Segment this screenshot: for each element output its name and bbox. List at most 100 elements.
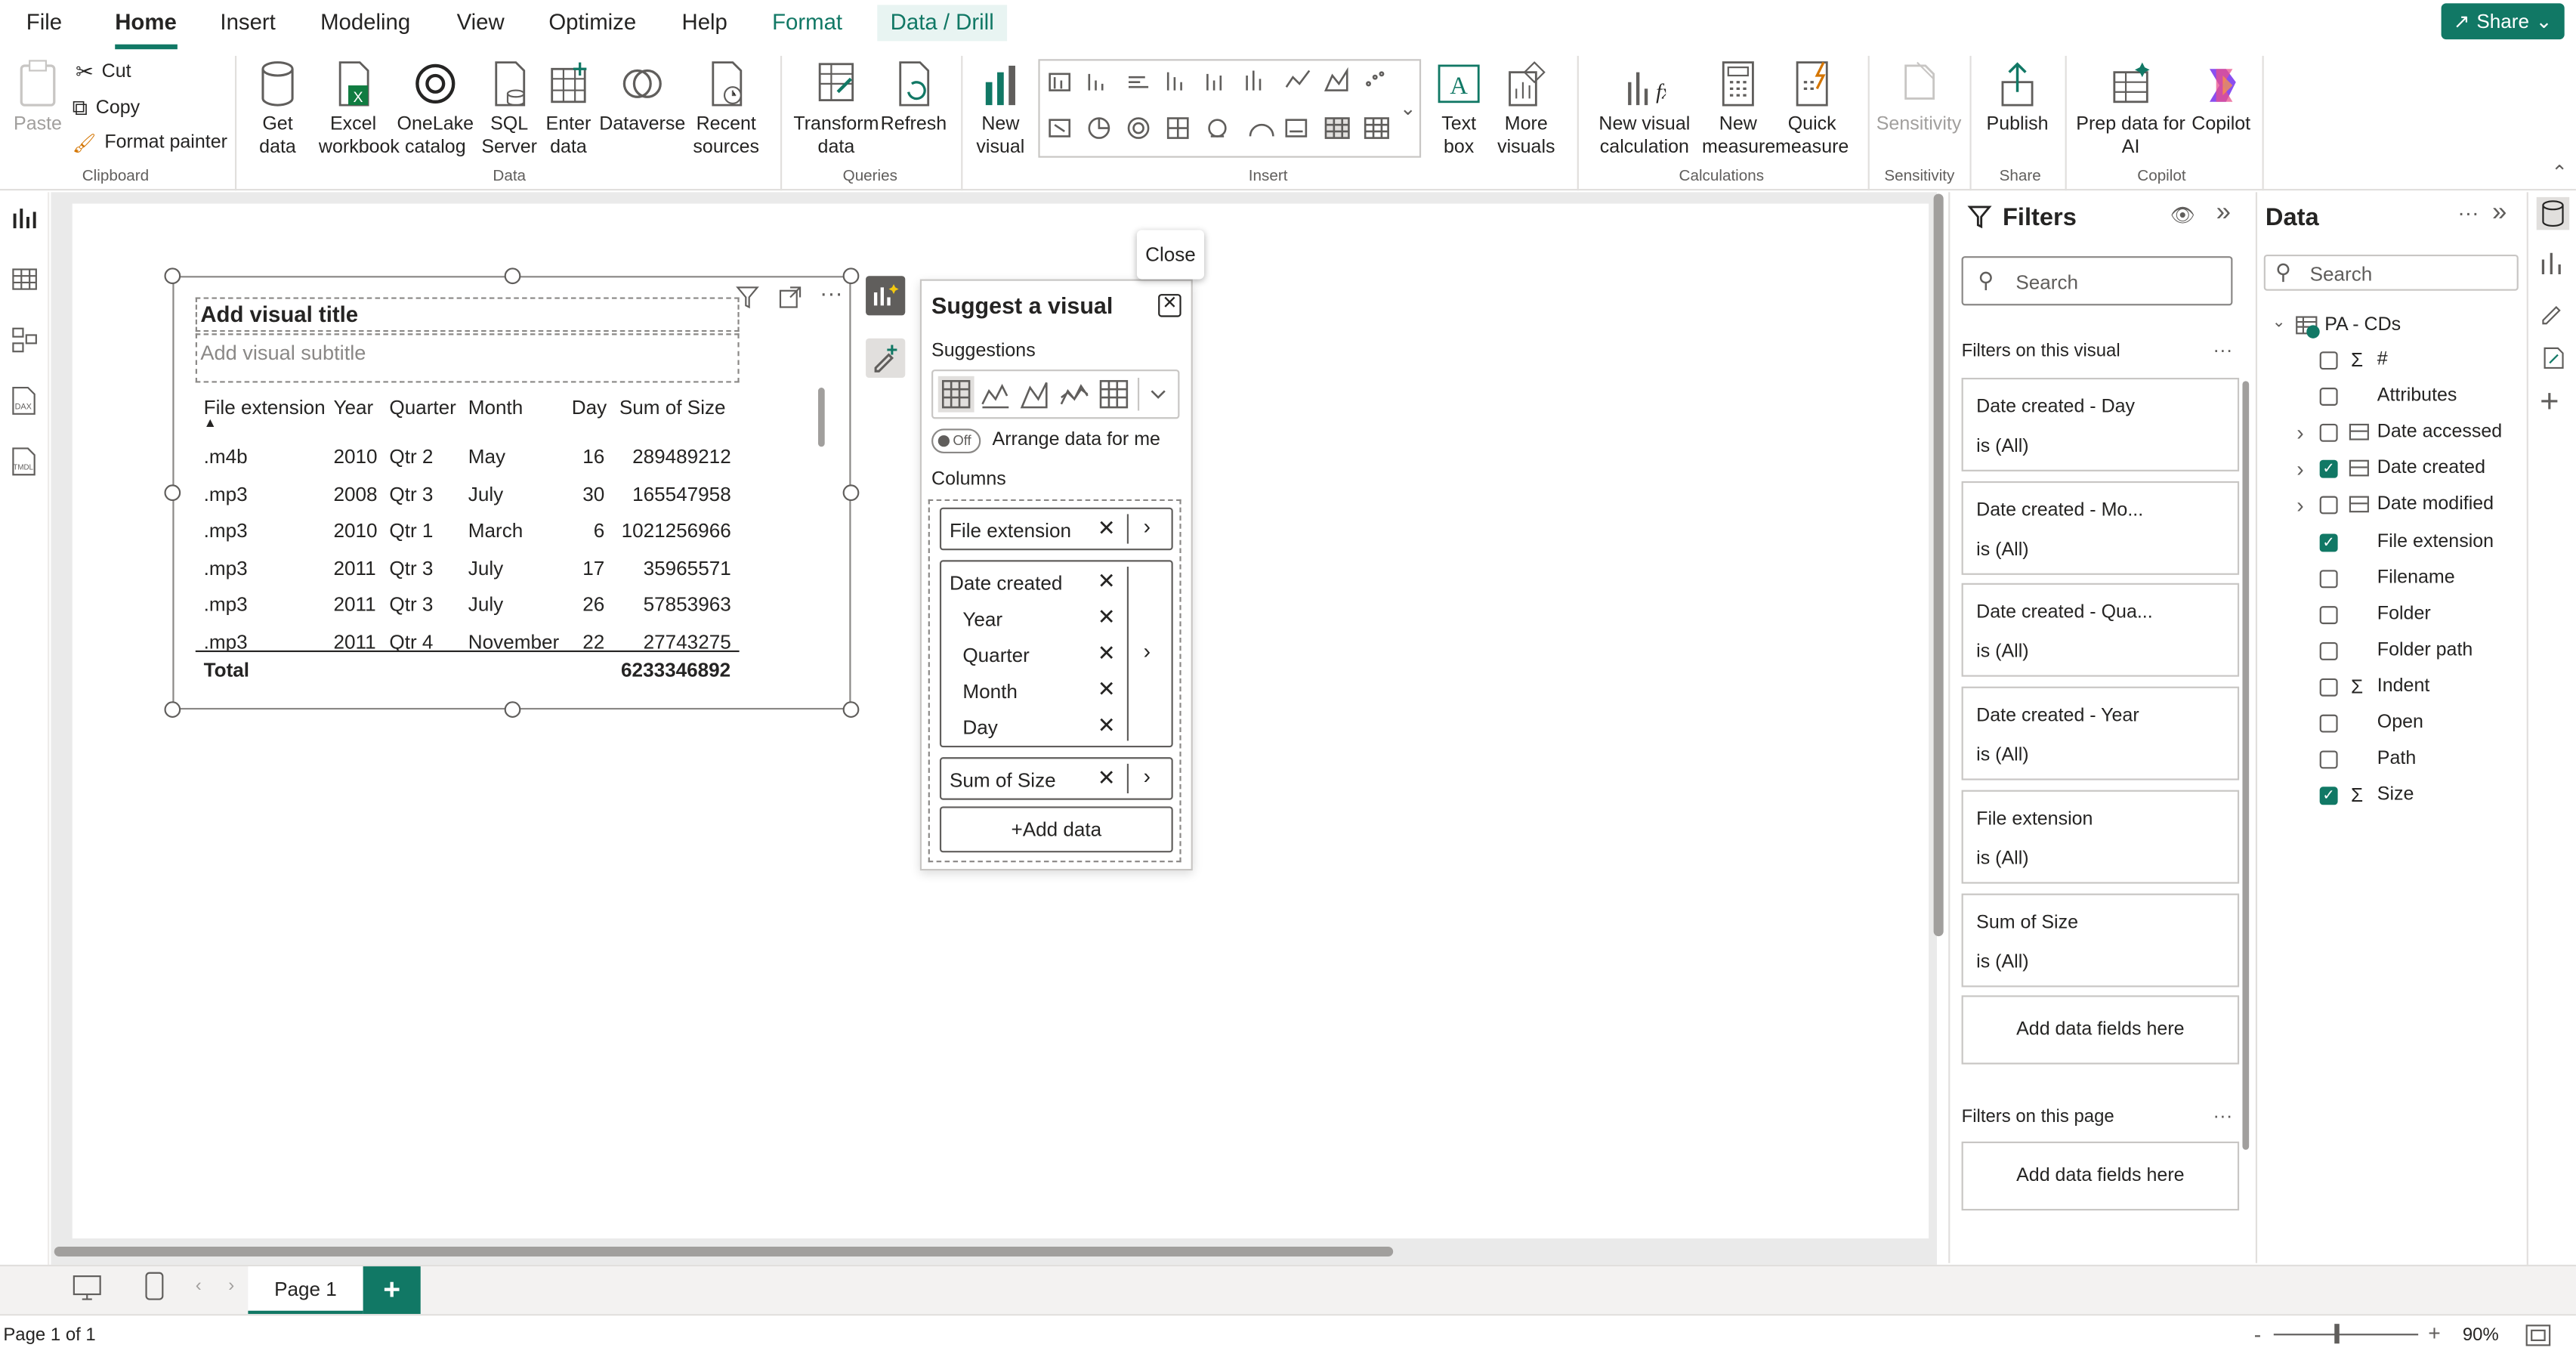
suggested-visual-icons[interactable] bbox=[933, 371, 1179, 417]
arrange-data-toggle[interactable]: Off bbox=[931, 428, 981, 453]
recent-sources-button[interactable]: Recent sources bbox=[687, 59, 765, 159]
checkbox-checked[interactable]: ✓ bbox=[2319, 787, 2338, 805]
copy-button[interactable]: ⧉ Copy bbox=[73, 95, 141, 122]
remove-icon[interactable]: ✕ bbox=[1098, 604, 1116, 631]
field-chip-sum-of-size[interactable]: Sum of Size ✕ › bbox=[939, 757, 1173, 800]
quick-measure-button[interactable]: Quick measure bbox=[1774, 59, 1850, 159]
zoom-in-button[interactable]: + bbox=[2428, 1321, 2441, 1346]
copilot-pane-icon[interactable] bbox=[2538, 343, 2568, 372]
sensitivity-button[interactable]: Sensitivity bbox=[1873, 59, 1965, 136]
add-data-button[interactable]: +Add data bbox=[939, 806, 1173, 853]
prep-data-for-ai-button[interactable]: Prep data for AI bbox=[2073, 59, 2188, 159]
resize-handle[interactable] bbox=[842, 484, 860, 502]
chevron-right-icon[interactable]: › bbox=[1144, 639, 1151, 664]
filter-card[interactable]: Date created - Day is (All) bbox=[1961, 377, 2240, 471]
suggest-visual-toggle[interactable] bbox=[866, 276, 906, 316]
resize-handle[interactable] bbox=[504, 701, 521, 718]
field-name[interactable]: Date accessed bbox=[2377, 422, 2502, 442]
more-options-icon[interactable]: ··· bbox=[820, 280, 842, 306]
field-name[interactable]: Date modified bbox=[2377, 495, 2494, 515]
filters-scrollbar[interactable] bbox=[2242, 381, 2250, 1150]
zoom-out-button[interactable]: - bbox=[2254, 1322, 2261, 1347]
zoom-slider[interactable] bbox=[2273, 1334, 2419, 1336]
filters-search-input[interactable]: ⚲ Search bbox=[1961, 256, 2233, 306]
field-chip-date-created[interactable]: Date created ✕ Year ✕ Quarter ✕ Month ✕ … bbox=[939, 560, 1173, 748]
remove-icon[interactable]: ✕ bbox=[1098, 765, 1116, 792]
resize-handle[interactable] bbox=[842, 701, 860, 718]
resize-handle[interactable] bbox=[164, 484, 181, 502]
resize-handle[interactable] bbox=[164, 701, 181, 718]
column-header[interactable]: Sum of Size bbox=[619, 396, 726, 419]
collapse-data-icon[interactable]: » bbox=[2492, 199, 2507, 228]
filter-card[interactable]: Date created - Mo... is (All) bbox=[1961, 481, 2240, 575]
table-scrollbar[interactable] bbox=[818, 388, 825, 447]
visual-title-input[interactable]: Add visual title bbox=[195, 297, 740, 332]
horizontal-scrollbar[interactable] bbox=[54, 1246, 1394, 1257]
checkbox-checked[interactable]: ✓ bbox=[2319, 460, 2338, 479]
next-page-icon[interactable]: › bbox=[228, 1276, 234, 1296]
publish-button[interactable]: Publish bbox=[1981, 59, 2054, 136]
checkbox[interactable] bbox=[2319, 605, 2338, 624]
report-view-icon[interactable] bbox=[11, 206, 38, 232]
collapse-ribbon-icon[interactable]: ⌃ bbox=[2551, 161, 2568, 184]
enter-data-button[interactable]: Enter data bbox=[542, 59, 595, 159]
column-header[interactable]: Month bbox=[468, 396, 524, 419]
format-painter-button[interactable]: 🖌 Format painter bbox=[73, 131, 227, 154]
field-name[interactable]: Attributes bbox=[2377, 386, 2457, 406]
desktop-layout-icon[interactable] bbox=[73, 1275, 102, 1301]
field-name[interactable]: File extension bbox=[2377, 531, 2494, 551]
chevron-down-icon[interactable]: ⌄ bbox=[2272, 314, 2286, 332]
excel-workbook-button[interactable]: X Excel workbook bbox=[319, 59, 400, 159]
tab-help[interactable]: Help bbox=[682, 10, 727, 35]
cut-button[interactable]: ✂ Cut bbox=[76, 59, 131, 85]
format-visual-toggle[interactable] bbox=[866, 338, 906, 378]
chevron-right-icon[interactable]: › bbox=[1144, 514, 1151, 539]
checkbox[interactable] bbox=[2319, 641, 2338, 660]
checkbox[interactable] bbox=[2319, 388, 2338, 406]
text-box-button[interactable]: A Text box bbox=[1432, 59, 1485, 159]
vertical-scrollbar[interactable] bbox=[1933, 193, 1944, 937]
checkbox[interactable] bbox=[2319, 750, 2338, 769]
field-name[interactable]: Folder path bbox=[2377, 640, 2473, 660]
copilot-button[interactable]: Copilot bbox=[2185, 59, 2257, 136]
resize-handle[interactable] bbox=[504, 267, 521, 285]
sql-server-button[interactable]: SQL Server bbox=[481, 59, 537, 159]
page-tab-page-1[interactable]: Page 1 bbox=[248, 1266, 363, 1316]
checkbox[interactable] bbox=[2319, 569, 2338, 588]
field-name[interactable]: Indent bbox=[2377, 676, 2430, 696]
collapse-filters-icon[interactable]: » bbox=[2216, 199, 2231, 228]
new-measure-button[interactable]: New measure bbox=[1702, 59, 1775, 159]
more-options-icon[interactable]: ··· bbox=[2213, 1104, 2232, 1127]
checkbox[interactable] bbox=[2319, 496, 2338, 515]
tab-optimize[interactable]: Optimize bbox=[548, 10, 636, 35]
format-pane-icon[interactable] bbox=[2538, 295, 2568, 325]
checkbox-checked[interactable]: ✓ bbox=[2319, 533, 2338, 552]
new-visual-calculation-button[interactable]: fx New visual calculation bbox=[1587, 59, 1702, 159]
tab-format[interactable]: Format bbox=[772, 10, 842, 35]
eye-icon[interactable]: 👁 bbox=[2170, 204, 2195, 227]
column-header[interactable]: Day bbox=[572, 396, 607, 419]
share-button[interactable]: ↗ Share ⌄ bbox=[2441, 3, 2565, 40]
field-chip-file-extension[interactable]: File extension ✕ › bbox=[939, 507, 1173, 551]
remove-icon[interactable]: ✕ bbox=[1098, 677, 1116, 703]
add-data-fields-page[interactable]: Add data fields here bbox=[1961, 1141, 2240, 1211]
new-visual-button[interactable]: New visual bbox=[969, 59, 1032, 159]
tab-modeling[interactable]: Modeling bbox=[320, 10, 410, 35]
data-search-input[interactable]: ⚲ Search bbox=[2263, 254, 2519, 291]
field-name[interactable]: # bbox=[2377, 350, 2388, 369]
field-name[interactable]: Open bbox=[2377, 712, 2423, 732]
table-name[interactable]: PA - CDs bbox=[2324, 315, 2401, 335]
focus-mode-icon[interactable] bbox=[777, 284, 804, 311]
add-data-fields-visual[interactable]: Add data fields here bbox=[1961, 995, 2240, 1065]
tab-view[interactable]: View bbox=[457, 10, 505, 35]
tab-home[interactable]: Home bbox=[115, 10, 177, 50]
filter-card[interactable]: Sum of Size is (All) bbox=[1961, 892, 2240, 987]
expand-chevron-icon[interactable]: › bbox=[2296, 421, 2303, 446]
resize-handle[interactable] bbox=[164, 267, 181, 285]
paste-button[interactable]: Paste bbox=[10, 59, 66, 136]
add-page-button[interactable]: + bbox=[363, 1266, 421, 1316]
close-button[interactable]: ✕ bbox=[1158, 294, 1181, 317]
column-header[interactable]: File extension bbox=[204, 396, 326, 419]
filter-card[interactable]: Date created - Year is (All) bbox=[1961, 686, 2240, 780]
zoom-slider-thumb[interactable] bbox=[2334, 1324, 2340, 1344]
